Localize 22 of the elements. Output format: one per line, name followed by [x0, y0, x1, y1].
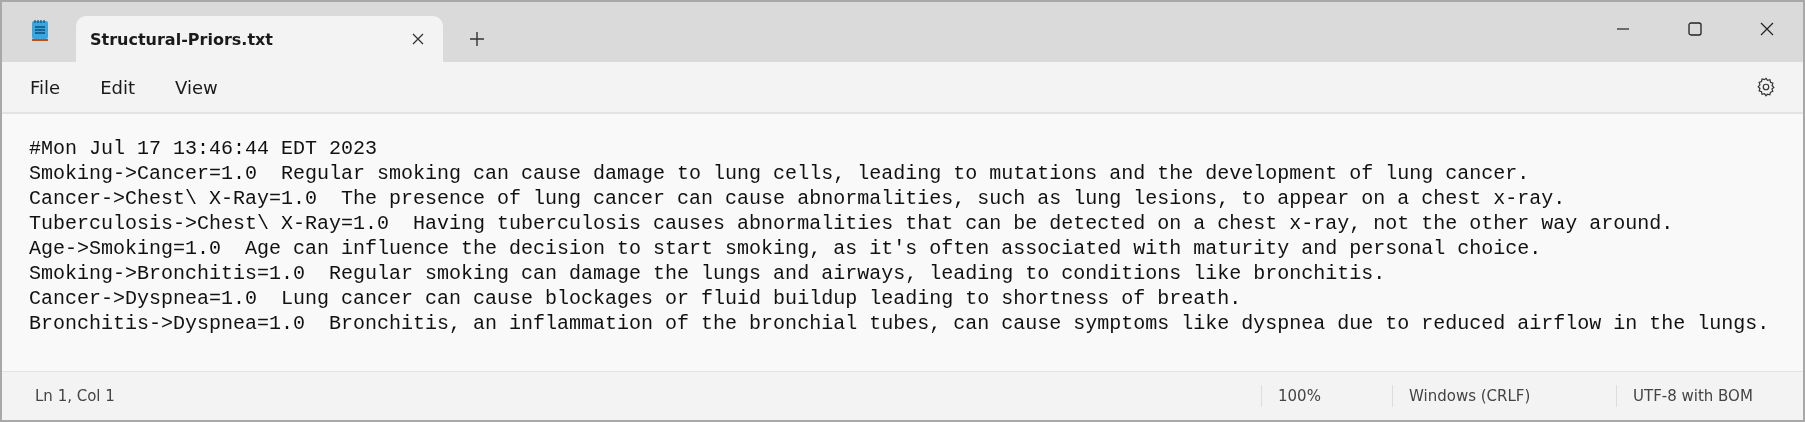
cursor-position: Ln 1, Col 1 [35, 387, 115, 405]
text-line: Smoking->Cancer=1.0 Regular smoking can cause damage to lung cells, leading to mutations and the development of lung cancer. [29, 161, 1530, 186]
text-line: Bronchitis->Dyspnea=1.0 Bronchitis, an inflammation of the bronchial tubes, can cause symptoms like dyspnea due to reduced airflow in the lungs. [29, 311, 1770, 336]
line-ending: Windows (CRLF) [1392, 385, 1616, 407]
text-line: Cancer->Chest\ X-Ray=1.0 The presence of lung cancer can cause abnormalities, such as lung lesions, to appear on a chest x-ray. [29, 186, 1566, 211]
zoom-level: 100% [1261, 385, 1392, 407]
close-icon[interactable] [411, 32, 425, 46]
maximize-icon[interactable] [1687, 21, 1703, 37]
text-line: Age->Smoking=1.0 Age can influence the decision to start smoking, as it's often associated with maturity and personal choice. [29, 236, 1542, 261]
menu-item[interactable]: Edit [82, 70, 153, 104]
text-line: Cancer->Dyspnea=1.0 Lung cancer can cause blockages or fluid buildup leading to shortness of breath. [29, 286, 1242, 311]
text-line: Smoking->Bronchitis=1.0 Regular smoking can damage the lungs and airways, leading to conditions like bronchitis. [29, 261, 1386, 286]
add-tab-icon[interactable] [469, 31, 485, 47]
menu-item[interactable]: File [12, 70, 79, 104]
close-icon[interactable] [1759, 21, 1775, 37]
menu-item[interactable]: View [157, 70, 236, 104]
text-line: Tuberculosis->Chest\ X-Ray=1.0 Having tuberculosis causes abnormalities that can be detected on a chest x-ray, not the other way around. [29, 211, 1674, 236]
settings-icon[interactable] [1755, 76, 1777, 98]
encoding: UTF-8 with BOM [1616, 385, 1803, 407]
text-line: #Mon Jul 17 13:46:44 EDT 2023 [29, 136, 378, 161]
notepad-icon [30, 18, 50, 42]
file-tab[interactable]: Structural-Priors.txt [76, 16, 443, 62]
